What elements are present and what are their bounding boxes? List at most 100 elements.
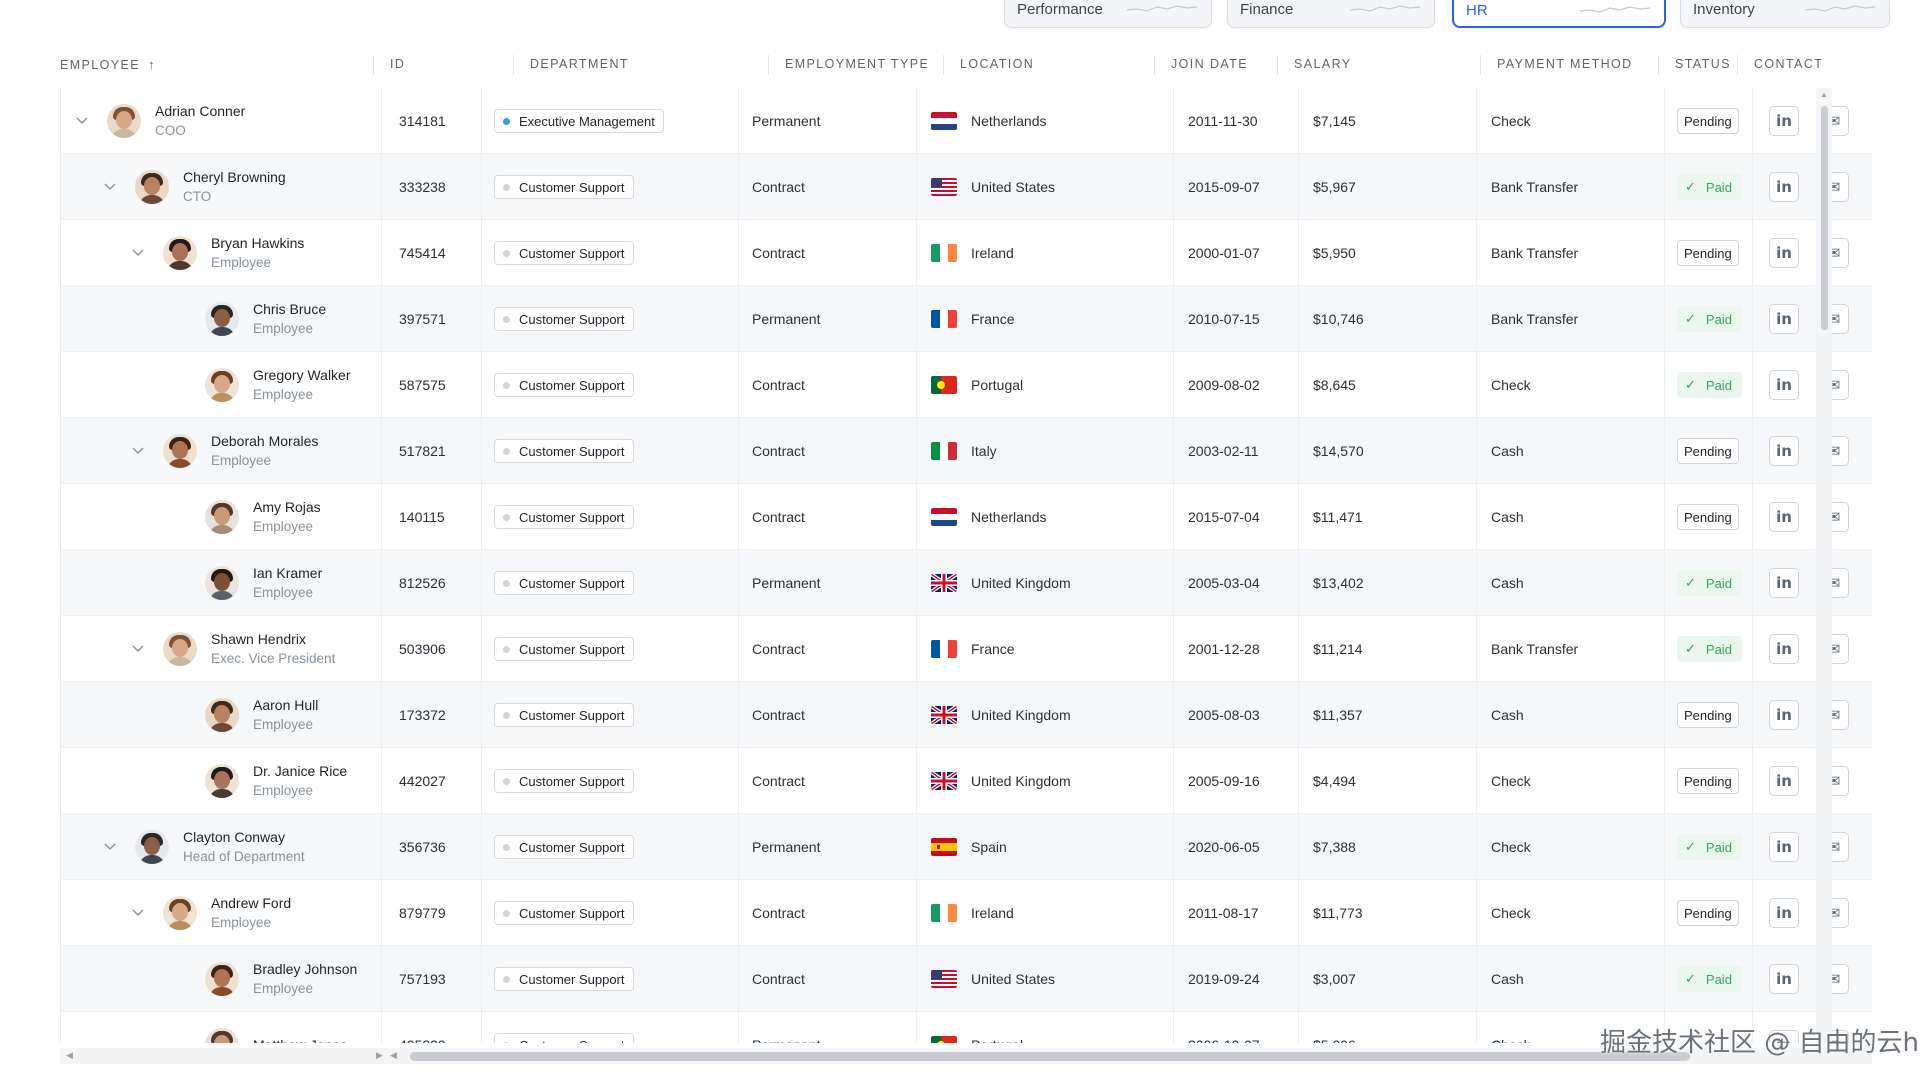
- tab-inventory[interactable]: Inventory: [1680, 0, 1890, 28]
- cell-employment-type: Contract: [738, 748, 916, 814]
- table-row[interactable]: Bryan Hawkins Employee 745414 Customer Supp…: [61, 220, 1872, 286]
- linkedin-icon[interactable]: in: [1769, 898, 1799, 928]
- cell-status: Pending: [1664, 880, 1752, 946]
- table-row[interactable]: Deborah Morales Employee 517821 Customer Su…: [61, 418, 1872, 484]
- cell-payment-method: Bank Transfer: [1476, 154, 1664, 220]
- chevron-down-icon[interactable]: [131, 642, 145, 656]
- cell-contact: in✉: [1752, 88, 1872, 154]
- check-icon: ✓: [1685, 575, 1696, 590]
- employee-info: Deborah Morales Employee: [211, 432, 318, 470]
- column-header-location[interactable]: Location: [944, 43, 1155, 86]
- column-header-status[interactable]: Status: [1659, 43, 1738, 86]
- linkedin-icon[interactable]: in: [1769, 370, 1799, 400]
- cell-employee: Shawn Hendrix Exec. Vice President: [61, 616, 381, 682]
- table-row[interactable]: Bradley Johnson Employee 757193 Customer Su…: [61, 946, 1872, 1012]
- linkedin-icon[interactable]: in: [1769, 502, 1799, 532]
- flag-pt-icon: [931, 376, 957, 394]
- linkedin-icon[interactable]: in: [1769, 436, 1799, 466]
- linkedin-icon[interactable]: in: [1769, 304, 1799, 334]
- status-badge: Pending: [1677, 504, 1739, 530]
- tab-hr[interactable]: HR: [1452, 0, 1666, 28]
- sparkline-icon: [1350, 5, 1420, 12]
- linkedin-icon[interactable]: in: [1769, 964, 1799, 994]
- avatar: [205, 500, 239, 534]
- column-header-salary[interactable]: Salary: [1278, 43, 1481, 86]
- chevron-down-icon[interactable]: [131, 906, 145, 920]
- cell-contact: in✉: [1752, 814, 1872, 880]
- check-icon: ✓: [1685, 641, 1696, 656]
- vertical-scroll-thumb[interactable]: [1821, 106, 1828, 330]
- chevron-down-icon[interactable]: [103, 840, 117, 854]
- table-row[interactable]: Gregory Walker Employee 587575 Customer Sup…: [61, 352, 1872, 418]
- linkedin-icon[interactable]: in: [1769, 832, 1799, 862]
- linkedin-icon[interactable]: in: [1769, 238, 1799, 268]
- chevron-down-icon[interactable]: [131, 444, 145, 458]
- cell-salary: $3,007: [1298, 946, 1476, 1012]
- table-row[interactable]: Dr. Janice Rice Employee 442027 Customer Su…: [61, 748, 1872, 814]
- location-label: Spain: [971, 839, 1007, 855]
- tab-performance[interactable]: Performance: [1004, 0, 1212, 28]
- flag-nl-icon: [931, 112, 957, 130]
- chevron-down-icon[interactable]: [103, 180, 117, 194]
- flag-es-icon: [931, 838, 957, 856]
- employee-info: Adrian Conner COO: [155, 102, 245, 140]
- chevron-down-icon[interactable]: [75, 114, 89, 128]
- table-row[interactable]: Amy Rojas Employee 140115 Customer Support C…: [61, 484, 1872, 550]
- column-header-join-date[interactable]: Join Date: [1155, 43, 1278, 86]
- scroll-left-icon[interactable]: ◀: [390, 1050, 397, 1061]
- linkedin-icon[interactable]: in: [1769, 106, 1799, 136]
- tab-finance[interactable]: Finance: [1227, 0, 1435, 28]
- scroll-right-icon[interactable]: ▶: [376, 1050, 383, 1061]
- chevron-down-icon[interactable]: [131, 246, 145, 260]
- table-row[interactable]: Chris Bruce Employee 397571 Customer Suppor…: [61, 286, 1872, 352]
- linkedin-icon[interactable]: in: [1769, 172, 1799, 202]
- employee-name: Shawn Hendrix: [211, 631, 306, 647]
- cell-payment-method: Check: [1476, 880, 1664, 946]
- linkedin-icon[interactable]: in: [1769, 634, 1799, 664]
- cell-join-date: 2001-12-28: [1173, 616, 1298, 682]
- column-header-id[interactable]: ID: [374, 43, 514, 86]
- watermark: 掘金技术社区 @ 自由的云h: [1600, 1028, 1920, 1058]
- table-row[interactable]: Aaron Hull Employee 173372 Customer Support…: [61, 682, 1872, 748]
- status-badge: Pending: [1677, 240, 1739, 266]
- employee-role: Employee: [253, 585, 314, 600]
- location-label: Ireland: [971, 245, 1014, 261]
- table-row[interactable]: Shawn Hendrix Exec. Vice President 503906 C…: [61, 616, 1872, 682]
- status-badge: ✓ Paid: [1677, 636, 1742, 662]
- linkedin-icon[interactable]: in: [1769, 766, 1799, 796]
- cell-status: Pending: [1664, 682, 1752, 748]
- scroll-up-icon[interactable]: ▲: [1820, 90, 1828, 99]
- table-row[interactable]: Cheryl Browning CTO 333238 Customer Support…: [61, 154, 1872, 220]
- sort-ascending-icon[interactable]: ↑: [148, 43, 155, 86]
- cell-location: Ireland: [916, 880, 1173, 946]
- table-row[interactable]: Clayton Conway Head of Department 356736 Cu…: [61, 814, 1872, 880]
- department-dot-icon: [503, 117, 510, 125]
- table-row[interactable]: Ian Kramer Employee 812526 Customer Support…: [61, 550, 1872, 616]
- linkedin-icon[interactable]: in: [1769, 568, 1799, 598]
- employee-role: Employee: [211, 915, 272, 930]
- vertical-scrollbar[interactable]: ▲: [1816, 88, 1832, 1048]
- employee-name: Cheryl Browning: [183, 169, 286, 185]
- status-label: Paid: [1705, 575, 1732, 591]
- employee-role: Employee: [253, 717, 314, 732]
- column-header-contact[interactable]: Contact: [1738, 43, 1859, 86]
- scroll-left-icon[interactable]: ◀: [66, 1050, 73, 1061]
- table-row[interactable]: Andrew Ford Employee 879779 Customer Suppor…: [61, 880, 1872, 946]
- column-header-employment-type[interactable]: Employment Type: [769, 43, 944, 86]
- horizontal-scroll-thumb[interactable]: [410, 1052, 1690, 1061]
- column-header-employee[interactable]: Employee ↑: [44, 43, 374, 86]
- department-label: Customer Support: [519, 179, 625, 195]
- employee-role: Employee: [253, 981, 314, 996]
- column-header-department[interactable]: Department: [514, 43, 769, 86]
- cell-location: United Kingdom: [916, 682, 1173, 748]
- location-label: Italy: [971, 443, 997, 459]
- column-header-payment-method[interactable]: Payment Method: [1481, 43, 1659, 86]
- cell-employee: Ian Kramer Employee: [61, 550, 381, 616]
- cell-employment-type: Contract: [738, 880, 916, 946]
- linkedin-icon[interactable]: in: [1769, 700, 1799, 730]
- cell-salary: $5,950: [1298, 220, 1476, 286]
- cell-employee: Cheryl Browning CTO: [61, 154, 381, 220]
- table-row[interactable]: Adrian Conner COO 314181 Executive Manageme…: [61, 88, 1872, 154]
